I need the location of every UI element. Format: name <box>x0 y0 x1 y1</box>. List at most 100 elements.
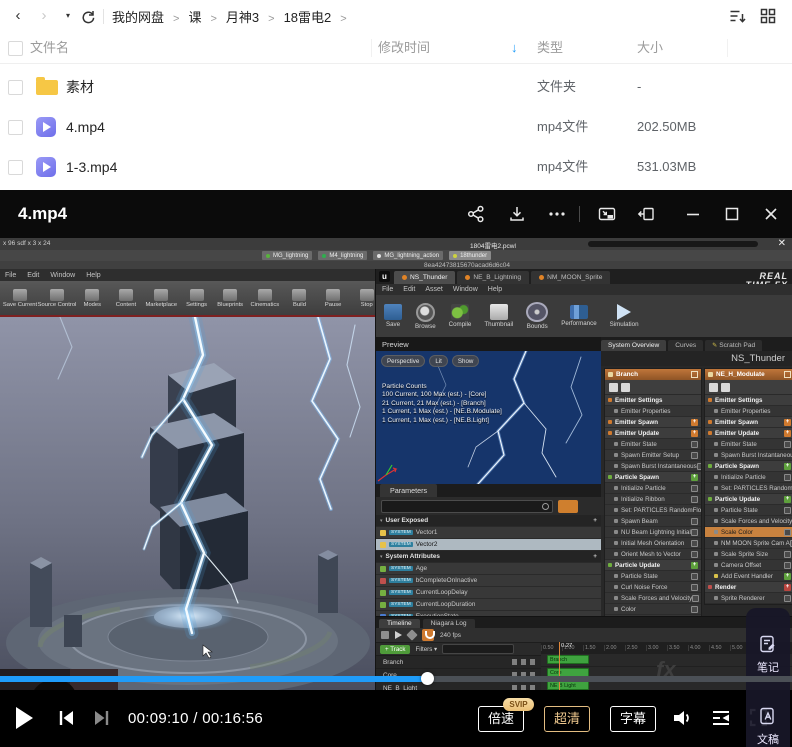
module-badge <box>784 441 791 448</box>
track-search-input <box>442 644 514 654</box>
stack-module-row: Particle Spawn <box>605 472 701 483</box>
editor-tab-strip: MG_lightning M4_lightning MG_lightning_a… <box>0 250 792 261</box>
row-checkbox[interactable] <box>8 120 23 135</box>
more-options-icon[interactable] <box>547 204 567 224</box>
parameter-type-icon <box>380 590 386 596</box>
unreal-logo: u <box>379 271 390 282</box>
refresh-icon[interactable] <box>80 8 96 24</box>
quality-button[interactable]: 超清 <box>544 706 590 732</box>
stack-module-row: Orient Mesh to Vector <box>605 549 701 560</box>
module-icon <box>708 431 712 435</box>
stack-module-row: Emitter State <box>705 439 792 450</box>
asset-dot-icon <box>539 275 544 280</box>
ruler-tick-label: 3.00 <box>646 645 667 651</box>
file-name[interactable]: 4.mp4 <box>66 107 105 147</box>
module-label: Particle Update <box>615 562 660 569</box>
stack-module-row: Particle Update <box>605 560 701 571</box>
back-button[interactable]: ‹ <box>8 0 28 32</box>
breadcrumb-item[interactable]: 我的网盘 <box>112 7 188 26</box>
module-label: Sprite Renderer <box>721 595 765 602</box>
maximize-icon[interactable] <box>722 204 742 224</box>
file-row[interactable]: 1-3.mp4 mp4文件 531.03MB <box>0 147 792 187</box>
thumbnail-button: Thumbnail <box>484 304 513 328</box>
playlist-icon[interactable] <box>710 708 732 728</box>
popout-window-icon[interactable] <box>636 204 656 224</box>
transcript-button[interactable]: 文稿 <box>757 706 779 747</box>
track-icons <box>512 659 536 665</box>
module-label: Scale Color <box>721 529 753 536</box>
seek-bar-knob[interactable] <box>421 672 434 685</box>
breadcrumb-item[interactable]: 18雷电2 <box>284 7 356 26</box>
diamond-icon <box>406 629 417 640</box>
subtitles-button[interactable]: 字幕 <box>610 706 656 732</box>
select-all-checkbox[interactable] <box>8 41 23 56</box>
toolbar-button-label: Blueprints <box>217 302 243 308</box>
sort-desc-icon[interactable]: ↓ <box>511 40 518 55</box>
video-frame[interactable]: x 96 sdf x 3 x 24 1804雷电2.pcwl ✕ MG_ligh… <box>0 238 792 690</box>
niagara-asset-tab: NS_Thunder <box>394 271 455 284</box>
picture-in-picture-icon[interactable] <box>597 204 617 224</box>
column-modified[interactable]: 修改时间 <box>378 33 430 63</box>
column-size[interactable]: 大小 <box>637 33 663 63</box>
next-icon[interactable] <box>92 708 112 728</box>
sort-icon[interactable] <box>728 7 747 26</box>
file-list: 素材 文件夹 - 4.mp4 mp4文件 202.50MB 1-3.mp4 mp… <box>0 67 792 187</box>
emitter-node-modulate: NE_H_Modulate Emitter Settings <box>704 368 792 605</box>
notes-button[interactable]: 笔记 <box>757 634 779 675</box>
download-icon[interactable] <box>507 204 527 224</box>
file-row[interactable]: 4.mp4 mp4文件 202.50MB <box>0 107 792 147</box>
module-label: Curl Noise Force <box>621 584 667 591</box>
viewport-mode-button: Show <box>452 355 479 367</box>
column-name[interactable]: 文件名 <box>30 33 69 63</box>
module-badge <box>691 529 698 536</box>
recording-close-icon: ✕ <box>778 238 786 250</box>
close-icon[interactable] <box>761 204 781 224</box>
level-viewport <box>0 317 375 690</box>
file-name[interactable]: 素材 <box>66 67 94 107</box>
module-label: Emitter Properties <box>621 408 671 415</box>
toolbar-button-icon <box>292 289 306 301</box>
fps-selector: 240 fps <box>440 632 461 639</box>
play-icon[interactable] <box>16 707 34 729</box>
toolbar-button: Cinematics <box>251 289 280 308</box>
tab-label: MG_lightning_action <box>384 253 439 259</box>
preview-panel-header: Preview <box>376 337 607 351</box>
history-dropdown-icon[interactable]: ▾ <box>58 0 78 32</box>
module-icon <box>614 486 618 490</box>
previous-icon[interactable] <box>56 708 76 728</box>
menu-item: Edit <box>403 286 415 293</box>
toolbar-button-label: Cinematics <box>251 302 280 308</box>
toolbar-button-icon <box>85 289 99 301</box>
forward-button[interactable]: › <box>34 0 54 32</box>
module-label: Emitter Properties <box>721 408 771 415</box>
module-label: Emitter Settings <box>615 397 662 404</box>
niagara-menu-bar: FileEditAssetWindowHelp <box>376 284 792 295</box>
menu-item: File <box>382 286 393 293</box>
column-type[interactable]: 类型 <box>537 33 563 63</box>
module-icon <box>608 563 612 567</box>
file-browser-toolbar: ‹ › ▾ 我的网盘课月神318雷电2 <box>0 0 792 32</box>
file-type: 文件夹 <box>537 67 576 107</box>
row-checkbox[interactable] <box>8 160 23 175</box>
module-label: NU Beam Lightning Initial <box>621 529 691 536</box>
stack-module-row: Emitter Spawn <box>605 417 701 428</box>
file-name[interactable]: 1-3.mp4 <box>66 147 117 187</box>
stack-module-row: Spawn Beam <box>605 516 701 527</box>
parameter-namespace: SYSTEM <box>389 566 413 571</box>
file-row[interactable]: 素材 文件夹 - <box>0 67 792 107</box>
row-checkbox[interactable] <box>8 80 23 95</box>
share-icon[interactable] <box>466 204 486 224</box>
grid-view-icon[interactable] <box>759 7 777 25</box>
module-label: Emitter State <box>721 441 757 448</box>
breadcrumb-item[interactable]: 课 <box>188 7 225 26</box>
volume-icon[interactable] <box>672 708 694 728</box>
breadcrumb-item[interactable]: 月神3 <box>226 7 284 26</box>
module-label: Spawn Beam <box>621 518 658 525</box>
parameter-type-icon <box>380 530 386 536</box>
editor-tab: MG_lightning <box>262 251 312 260</box>
stack-module-row: Add Event Handler <box>705 571 792 582</box>
seek-bar[interactable] <box>0 676 792 682</box>
timeline-clip: Branch <box>547 655 589 664</box>
minimize-icon[interactable] <box>683 204 703 224</box>
niagara-asset-tab: NM_MOON_Sprite <box>531 271 610 284</box>
